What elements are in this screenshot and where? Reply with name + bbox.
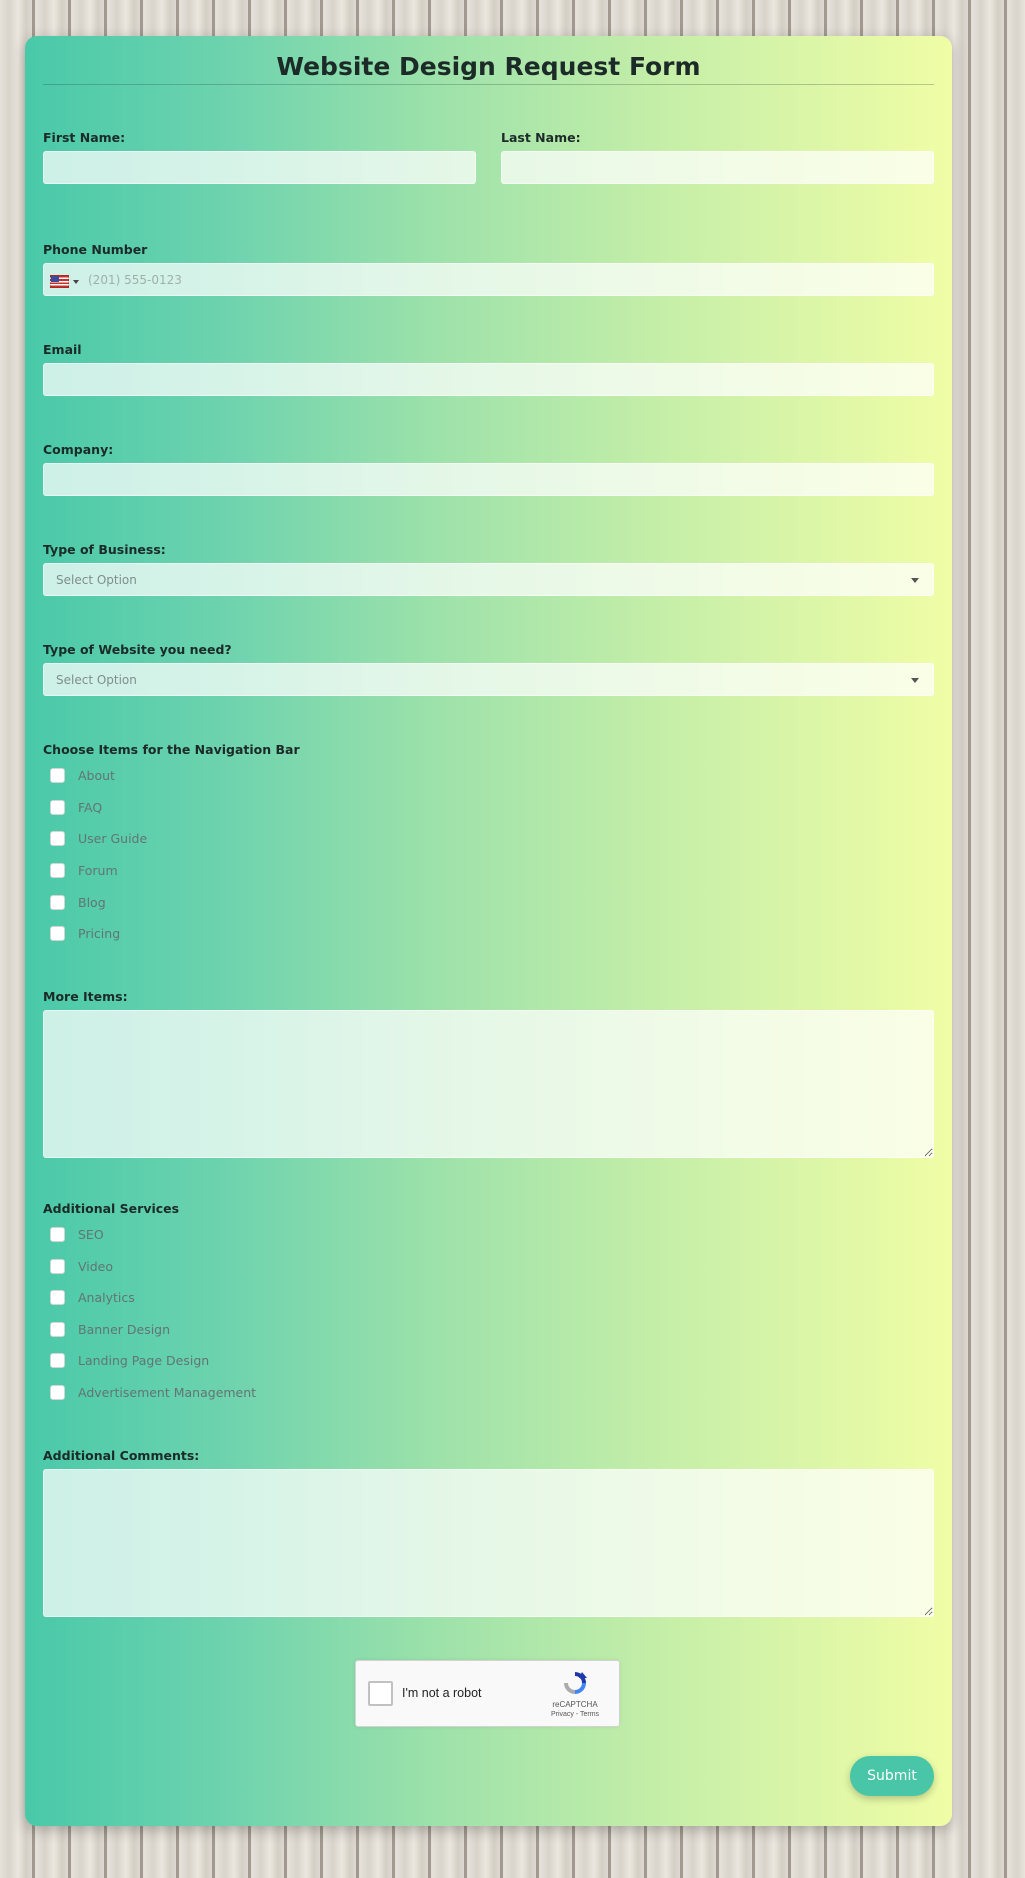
- checkbox-box[interactable]: [50, 895, 65, 910]
- country-selector[interactable]: [50, 272, 84, 288]
- checkbox-label: Banner Design: [78, 1322, 171, 1337]
- checkbox-box[interactable]: [50, 1290, 65, 1305]
- checkbox-box[interactable]: [50, 1385, 65, 1400]
- caret-down-icon: [911, 678, 919, 683]
- website-type-selected: Select Option: [56, 673, 137, 687]
- submit-button[interactable]: Submit: [850, 1756, 934, 1796]
- checkbox-label: Analytics: [78, 1290, 135, 1305]
- us-flag-icon: [50, 275, 69, 288]
- checkbox-label: About: [78, 768, 115, 783]
- form-card: Website Design Request Form First Name: …: [25, 36, 952, 1826]
- checkbox-label: Landing Page Design: [78, 1353, 210, 1368]
- phone-label: Phone Number: [43, 242, 148, 257]
- checkbox-label: Video: [78, 1259, 114, 1274]
- recaptcha-links[interactable]: Privacy - Terms: [545, 1711, 605, 1718]
- business-type-selected: Select Option: [56, 573, 137, 587]
- form-title: Website Design Request Form: [276, 52, 701, 81]
- phone-field: [43, 263, 934, 296]
- checkbox-label: Blog: [78, 895, 106, 910]
- checkbox-box[interactable]: [50, 831, 65, 846]
- checkbox-box[interactable]: [50, 1259, 65, 1274]
- more-items-label: More Items:: [43, 989, 128, 1004]
- recaptcha-checkbox[interactable]: [368, 1681, 393, 1706]
- checkbox-label: Pricing: [78, 926, 121, 941]
- recaptcha-label: I'm not a robot: [402, 1686, 482, 1700]
- more-items-textarea[interactable]: [43, 1010, 934, 1158]
- checkbox-label: Forum: [78, 863, 118, 878]
- caret-down-icon: [911, 578, 919, 583]
- checkbox-label: Advertisement Management: [78, 1385, 257, 1400]
- checkbox-box[interactable]: [50, 1353, 65, 1368]
- company-label: Company:: [43, 442, 114, 457]
- checkbox-box[interactable]: [50, 863, 65, 878]
- recaptcha-icon: [564, 1672, 587, 1694]
- website-type-label: Type of Website you need?: [43, 642, 232, 657]
- checkbox-box[interactable]: [50, 1227, 65, 1242]
- comments-label: Additional Comments:: [43, 1448, 200, 1463]
- business-type-label: Type of Business:: [43, 542, 166, 557]
- additional-services-label: Additional Services: [43, 1201, 180, 1216]
- email-label: Email: [43, 342, 82, 357]
- nav-items-label: Choose Items for the Navigation Bar: [43, 742, 300, 757]
- checkbox-box[interactable]: [50, 768, 65, 783]
- recaptcha-widget: I'm not a robot reCAPTCHA Privacy - Term…: [355, 1660, 620, 1727]
- comments-textarea[interactable]: [43, 1469, 934, 1617]
- checkbox-box[interactable]: [50, 800, 65, 815]
- checkbox-box[interactable]: [50, 1322, 65, 1337]
- title-divider: [43, 84, 934, 85]
- recaptcha-brand: reCAPTCHA: [552, 1700, 598, 1709]
- caret-down-icon: [73, 280, 79, 284]
- website-type-select[interactable]: Select Option: [43, 663, 934, 696]
- last-name-input[interactable]: [501, 151, 934, 184]
- company-input[interactable]: [43, 463, 934, 496]
- email-input[interactable]: [43, 363, 934, 396]
- checkbox-label: FAQ: [78, 800, 103, 815]
- checkbox-label: SEO: [78, 1227, 104, 1242]
- first-name-label: First Name:: [43, 130, 126, 145]
- checkbox-label: User Guide: [78, 831, 148, 846]
- recaptcha-logo: reCAPTCHA Privacy - Terms: [545, 1669, 605, 1723]
- checkbox-box[interactable]: [50, 926, 65, 941]
- phone-input[interactable]: [88, 264, 918, 295]
- business-type-select[interactable]: Select Option: [43, 563, 934, 596]
- first-name-input[interactable]: [43, 151, 476, 184]
- last-name-label: Last Name:: [501, 130, 581, 145]
